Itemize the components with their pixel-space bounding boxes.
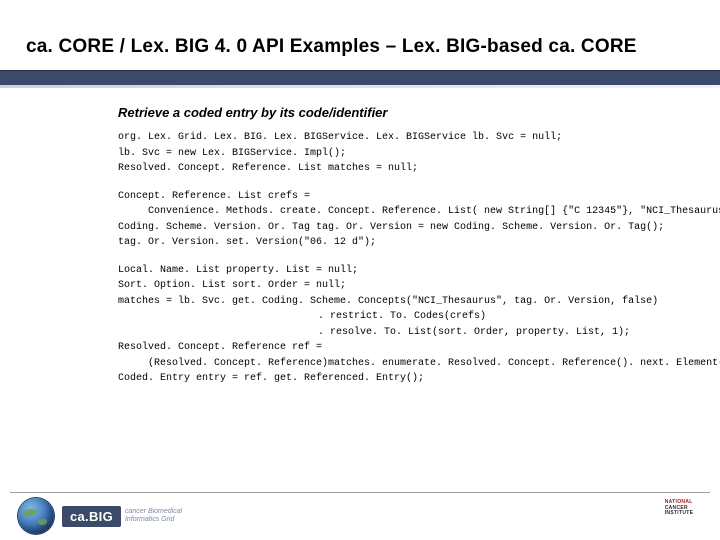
nci-line3: INSTITUTE: [665, 511, 694, 517]
code-line: Sort. Option. List sort. Order = null;: [118, 280, 346, 291]
globe-icon: [18, 498, 54, 534]
code-block: org. Lex. Grid. Lex. BIG. Lex. BIGServic…: [118, 130, 690, 387]
cabig-label: ca.BIG: [62, 506, 121, 527]
cabig-tagline: cancer Biomedical Informatics Grid: [125, 508, 182, 523]
code-line: matches = lb. Svc. get. Coding. Scheme. …: [118, 296, 658, 307]
code-line: Resolved. Concept. Reference. List match…: [118, 163, 418, 174]
code-line: (Resolved. Concept. Reference)matches. e…: [118, 356, 720, 372]
footer-divider: [10, 492, 710, 493]
slide-title: ca. CORE / Lex. BIG 4. 0 API Examples – …: [26, 36, 694, 58]
cabig-logo: ca.BIG cancer Biomedical Informatics Gri…: [62, 502, 182, 530]
code-line: lb. Svc = new Lex. BIGService. Impl();: [118, 148, 346, 159]
subtitle: Retrieve a coded entry by its code/ident…: [118, 105, 690, 120]
code-line: . resolve. To. List(sort. Order, propert…: [118, 325, 630, 341]
code-line: Coding. Scheme. Version. Or. Tag tag. Or…: [118, 222, 664, 233]
cabig-tag-line2: Informatics Grid: [125, 516, 182, 524]
code-line: Resolved. Concept. Reference ref =: [118, 342, 322, 353]
footer: ca.BIG cancer Biomedical Informatics Gri…: [0, 492, 720, 540]
title-underline: [0, 70, 720, 85]
content-area: Retrieve a coded entry by its code/ident…: [118, 105, 690, 387]
code-line: Convenience. Methods. create. Concept. R…: [118, 204, 720, 220]
cabig-tag-line1: cancer Biomedical: [125, 508, 182, 516]
code-line: Concept. Reference. List crefs =: [118, 191, 310, 202]
title-block: ca. CORE / Lex. BIG 4. 0 API Examples – …: [26, 36, 694, 58]
code-line: tag. Or. Version. set. Version("06. 12 d…: [118, 237, 376, 248]
code-line: Coded. Entry entry = ref. get. Reference…: [118, 373, 424, 384]
code-line: . restrict. To. Codes(crefs): [118, 309, 486, 325]
slide: ca. CORE / Lex. BIG 4. 0 API Examples – …: [0, 0, 720, 540]
code-line: Local. Name. List property. List = null;: [118, 265, 358, 276]
nci-logo: NATIONAL CANCER INSTITUTE: [658, 500, 700, 532]
code-line: org. Lex. Grid. Lex. BIG. Lex. BIGServic…: [118, 132, 562, 143]
nci-text: NATIONAL CANCER INSTITUTE: [665, 500, 694, 517]
